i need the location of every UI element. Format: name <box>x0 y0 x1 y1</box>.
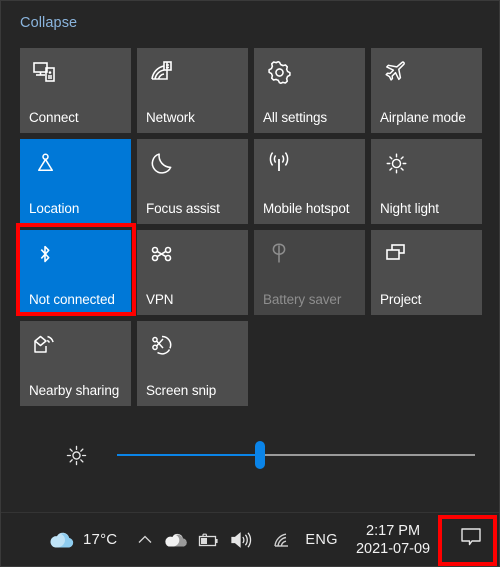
airplane-icon <box>381 57 411 87</box>
collapse-row: Collapse <box>20 11 77 35</box>
brightness-slider-fill <box>117 454 261 456</box>
taskbar: 17°C ENG 2:17 PM 2021-07-09 <box>1 512 499 566</box>
weather-temperature[interactable]: 17°C <box>83 513 117 566</box>
brightness-slider-thumb[interactable] <box>255 441 266 469</box>
quick-action-label: Project <box>380 292 422 307</box>
quick-action-label: Network <box>146 110 195 125</box>
quick-action-tile-battery-saver: Battery saver <box>254 230 365 315</box>
quick-action-tile-network[interactable]: Network <box>137 48 248 133</box>
screen-snip-icon <box>147 330 177 360</box>
chevron-up-icon[interactable] <box>131 513 159 566</box>
system-tray: 17°C ENG 2:17 PM 2021-07-09 <box>45 513 430 566</box>
quick-action-label: Night light <box>380 201 439 216</box>
moon-icon <box>147 148 177 178</box>
clock-date: 2021-07-09 <box>355 540 431 557</box>
quick-action-label: Connect <box>29 110 79 125</box>
quick-action-label: Focus assist <box>146 201 220 216</box>
gear-icon <box>264 57 294 87</box>
quick-action-label: VPN <box>146 292 174 307</box>
sun-icon <box>381 148 411 178</box>
quick-action-tile-vpn[interactable]: VPN <box>137 230 248 315</box>
quick-action-tile-connect[interactable]: Connect <box>20 48 131 133</box>
battery-leaf-icon <box>264 239 294 269</box>
quick-action-tile-nearby-sharing[interactable]: Nearby sharing <box>20 321 131 406</box>
quick-action-label: Battery saver <box>263 292 342 307</box>
quick-action-label: All settings <box>263 110 328 125</box>
action-center-button[interactable] <box>445 513 497 566</box>
quick-action-label: Screen snip <box>146 383 217 398</box>
quick-action-tile-bluetooth[interactable]: Not connected <box>20 230 131 315</box>
quick-action-tile-focus-assist[interactable]: Focus assist <box>137 139 248 224</box>
clock-time: 2:17 PM <box>366 522 421 539</box>
quick-action-label: Not connected <box>29 292 115 307</box>
brightness-icon <box>56 435 96 475</box>
vpn-icon <box>147 239 177 269</box>
action-center-icon <box>458 525 484 554</box>
brightness-control-row <box>20 426 480 484</box>
quick-action-tile-airplane-mode[interactable]: Airplane mode <box>371 48 482 133</box>
wifi-icon[interactable] <box>267 513 301 566</box>
collapse-link[interactable]: Collapse <box>20 15 77 31</box>
quick-actions-grid: Connect Network All settings Airplane mo… <box>20 48 488 406</box>
windows-desktop-screen: Collapse Connect Network All settings Ai… <box>0 0 500 567</box>
quick-action-tile-project[interactable]: Project <box>371 230 482 315</box>
bluetooth-icon <box>30 239 60 269</box>
quick-action-label: Location <box>29 201 80 216</box>
battery-charging-icon[interactable] <box>191 513 225 566</box>
taskbar-clock[interactable]: 2:17 PM 2021-07-09 <box>356 522 430 558</box>
hotspot-icon <box>264 148 294 178</box>
project-icon <box>381 239 411 269</box>
quick-action-tile-all-settings[interactable]: All settings <box>254 48 365 133</box>
language-indicator[interactable]: ENG <box>305 513 338 566</box>
onedrive-cloud-icon[interactable] <box>159 513 191 566</box>
location-icon <box>30 148 60 178</box>
connect-icon <box>30 57 60 87</box>
action-center-panel: Collapse Connect Network All settings Ai… <box>1 1 499 514</box>
quick-action-label: Mobile hotspot <box>263 201 350 216</box>
weather-cloud-icon[interactable] <box>45 513 79 566</box>
quick-action-label: Nearby sharing <box>29 383 120 398</box>
volume-icon[interactable] <box>225 513 257 566</box>
network-icon <box>147 57 177 87</box>
quick-action-label: Airplane mode <box>380 110 466 125</box>
nearby-sharing-icon <box>30 330 60 360</box>
quick-action-tile-screen-snip[interactable]: Screen snip <box>137 321 248 406</box>
quick-action-tile-night-light[interactable]: Night light <box>371 139 482 224</box>
quick-action-tile-mobile-hotspot[interactable]: Mobile hotspot <box>254 139 365 224</box>
quick-action-tile-location[interactable]: Location <box>20 139 131 224</box>
brightness-slider[interactable] <box>117 440 475 470</box>
